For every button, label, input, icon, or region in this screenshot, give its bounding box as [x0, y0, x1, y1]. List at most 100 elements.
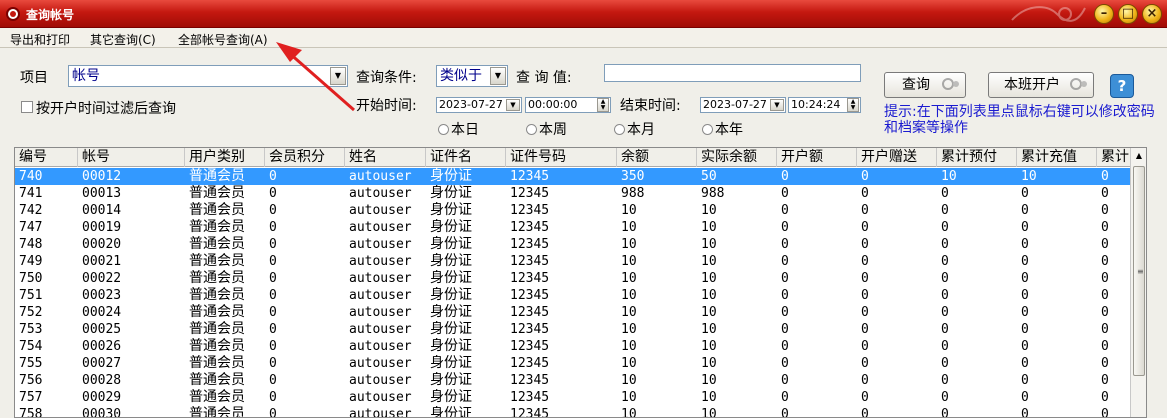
table-row[interactable]: 756 00028 普通会员 0 autouser 身份证 12345 10 10 0 0 0 0 0: [15, 372, 1131, 389]
cell-col-account: 00026: [82, 339, 122, 354]
cell-col-doc-number: 12345: [510, 271, 550, 286]
vertical-scrollbar[interactable]: ▲ ≡: [1130, 148, 1146, 417]
cell-col-id: 752: [19, 305, 43, 320]
cell-col-id: 740: [19, 169, 43, 184]
header-col-user-type[interactable]: 用户类别: [185, 148, 265, 167]
end-time-spinner[interactable]: 10:24:24 ▲ ▼: [788, 97, 861, 113]
cell-col-doc-number: 12345: [510, 203, 550, 218]
header-col-open-amount[interactable]: 开户额: [777, 148, 857, 167]
header-col-cumulative[interactable]: 累计: [1097, 148, 1131, 167]
cell-col-open-amount: 0: [781, 339, 789, 354]
table-row[interactable]: 742 00014 普通会员 0 autouser 身份证 12345 10 10 0 0 0 0 0: [15, 202, 1131, 219]
table-row[interactable]: 753 00025 普通会员 0 autouser 身份证 12345 10 10 0 0 0 0 0: [15, 321, 1131, 338]
cell-col-recharge-total: 0: [1021, 203, 1029, 218]
table-row[interactable]: 755 00027 普通会员 0 autouser 身份证 12345 10 10 0 0 0 0 0: [15, 355, 1131, 372]
cell-col-doc-type: 身份证: [430, 202, 472, 218]
cell-col-cumulative: 0: [1101, 322, 1109, 337]
query-button[interactable]: 查询: [884, 72, 966, 98]
header-col-points[interactable]: 会员积分: [265, 148, 345, 167]
open-shift-account-label: 本班开户: [1004, 77, 1060, 93]
cell-col-id: 757: [19, 390, 43, 405]
cell-col-doc-type: 身份证: [430, 321, 472, 337]
header-col-account[interactable]: 帐号: [78, 148, 185, 167]
cell-col-prepaid-total: 0: [941, 373, 949, 388]
cell-col-account: 00024: [82, 305, 122, 320]
cell-col-user-type: 普通会员: [189, 236, 245, 252]
cell-col-cumulative: 0: [1101, 169, 1109, 184]
cell-col-name: autouser: [349, 339, 412, 354]
table-row[interactable]: 750 00022 普通会员 0 autouser 身份证 12345 10 10 0 0 0 0 0: [15, 270, 1131, 287]
cell-col-account: 00027: [82, 356, 122, 371]
header-col-doc-type[interactable]: 证件名: [426, 148, 506, 167]
header-col-recharge-total[interactable]: 累计充值: [1017, 148, 1097, 167]
menu-other-query[interactable]: 其它查询(C): [90, 31, 156, 48]
cell-col-balance: 10: [621, 305, 637, 320]
range-week-radio[interactable]: 本周: [526, 119, 567, 139]
cell-col-prepaid-total: 0: [941, 305, 949, 320]
cell-col-open-bonus: 0: [861, 305, 869, 320]
cell-col-balance: 10: [621, 220, 637, 235]
start-date-picker[interactable]: 2023-07-27 ▼: [436, 97, 522, 113]
maximize-button[interactable]: □: [1118, 4, 1138, 24]
menu-bar: 导出和打印 其它查询(C) 全部帐号查询(A): [0, 28, 1167, 48]
table-row[interactable]: 751 00023 普通会员 0 autouser 身份证 12345 10 10 0 0 0 0 0: [15, 287, 1131, 304]
table-row[interactable]: 748 00020 普通会员 0 autouser 身份证 12345 10 10 0 0 0 0 0: [15, 236, 1131, 253]
cell-col-open-bonus: 0: [861, 186, 869, 201]
table-row[interactable]: 741 00013 普通会员 0 autouser 身份证 12345 988 988 0 0 0 0 0: [15, 185, 1131, 202]
cell-col-doc-type: 身份证: [430, 219, 472, 235]
end-date-picker[interactable]: 2023-07-27 ▼: [700, 97, 786, 113]
table-row[interactable]: 752 00024 普通会员 0 autouser 身份证 12345 10 10 0 0 0 0 0: [15, 304, 1131, 321]
range-year-radio[interactable]: 本年: [702, 119, 743, 139]
header-col-doc-number[interactable]: 证件号码: [506, 148, 617, 167]
header-col-open-bonus[interactable]: 开户赠送: [857, 148, 937, 167]
accounts-table[interactable]: 编号 帐号 用户类别 会员积分 姓名 证件名 证件号码 余额 实际余额 开户额 开户赠送 累计预付 累计…: [14, 147, 1147, 418]
cell-col-doc-number: 12345: [510, 322, 550, 337]
open-shift-account-button[interactable]: 本班开户: [988, 72, 1094, 98]
cell-col-doc-number: 12345: [510, 288, 550, 303]
minimize-button[interactable]: –: [1094, 4, 1114, 24]
cell-col-user-type: 普通会员: [189, 355, 245, 371]
cell-col-doc-number: 12345: [510, 390, 550, 405]
filter-checkbox[interactable]: [21, 101, 33, 113]
cell-col-doc-number: 12345: [510, 237, 550, 252]
radio-icon: [526, 124, 537, 135]
table-row[interactable]: 749 00021 普通会员 0 autouser 身份证 12345 10 10 0 0 0 0 0: [15, 253, 1131, 270]
table-row[interactable]: 757 00029 普通会员 0 autouser 身份证 12345 10 10 0 0 0 0 0: [15, 389, 1131, 406]
cell-col-doc-type: 身份证: [430, 338, 472, 354]
cell-col-prepaid-total: 0: [941, 339, 949, 354]
cell-col-prepaid-total: 0: [941, 186, 949, 201]
header-col-id[interactable]: 编号: [15, 148, 78, 167]
cell-col-user-type: 普通会员: [189, 253, 245, 269]
range-today-radio[interactable]: 本日: [438, 119, 479, 139]
menu-export-print[interactable]: 导出和打印: [10, 31, 70, 48]
cell-col-recharge-total: 0: [1021, 271, 1029, 286]
item-select[interactable]: 帐号 ▼: [68, 65, 348, 87]
cell-col-actual-balance: 10: [701, 407, 717, 418]
cell-col-points: 0: [269, 220, 277, 235]
table-row[interactable]: 758 00030 普通会员 0 autouser 身份证 12345 10 10 0 0 0 0 0: [15, 406, 1131, 418]
close-button[interactable]: ×: [1142, 4, 1162, 24]
range-month-radio[interactable]: 本月: [614, 119, 655, 139]
cell-col-open-amount: 0: [781, 288, 789, 303]
cell-col-actual-balance: 10: [701, 322, 717, 337]
header-col-balance[interactable]: 余额: [617, 148, 697, 167]
cell-col-points: 0: [269, 288, 277, 303]
help-button[interactable]: ?: [1110, 74, 1134, 98]
header-col-actual-balance[interactable]: 实际余额: [697, 148, 777, 167]
cell-col-name: autouser: [349, 305, 412, 320]
scroll-up-icon[interactable]: ▲: [1131, 148, 1146, 164]
table-row[interactable]: 740 00012 普通会员 0 autouser 身份证 12345 350 50 0 0 10 10…: [15, 168, 1131, 185]
start-time-spinner[interactable]: 00:00:00 ▲ ▼: [525, 97, 611, 113]
cell-col-balance: 10: [621, 339, 637, 354]
cell-col-points: 0: [269, 356, 277, 371]
cell-col-points: 0: [269, 271, 277, 286]
header-col-name[interactable]: 姓名: [345, 148, 426, 167]
cell-col-id: 758: [19, 407, 43, 418]
table-row[interactable]: 747 00019 普通会员 0 autouser 身份证 12345 10 10 0 0 0 0 0: [15, 219, 1131, 236]
menu-all-accounts-query[interactable]: 全部帐号查询(A): [178, 31, 268, 48]
header-col-prepaid-total[interactable]: 累计预付: [937, 148, 1017, 167]
table-row[interactable]: 754 00026 普通会员 0 autouser 身份证 12345 10 10 0 0 0 0 0: [15, 338, 1131, 355]
query-value-input[interactable]: [604, 64, 861, 82]
cell-col-account: 00028: [82, 373, 122, 388]
condition-select[interactable]: 类似于 ▼: [436, 65, 508, 87]
